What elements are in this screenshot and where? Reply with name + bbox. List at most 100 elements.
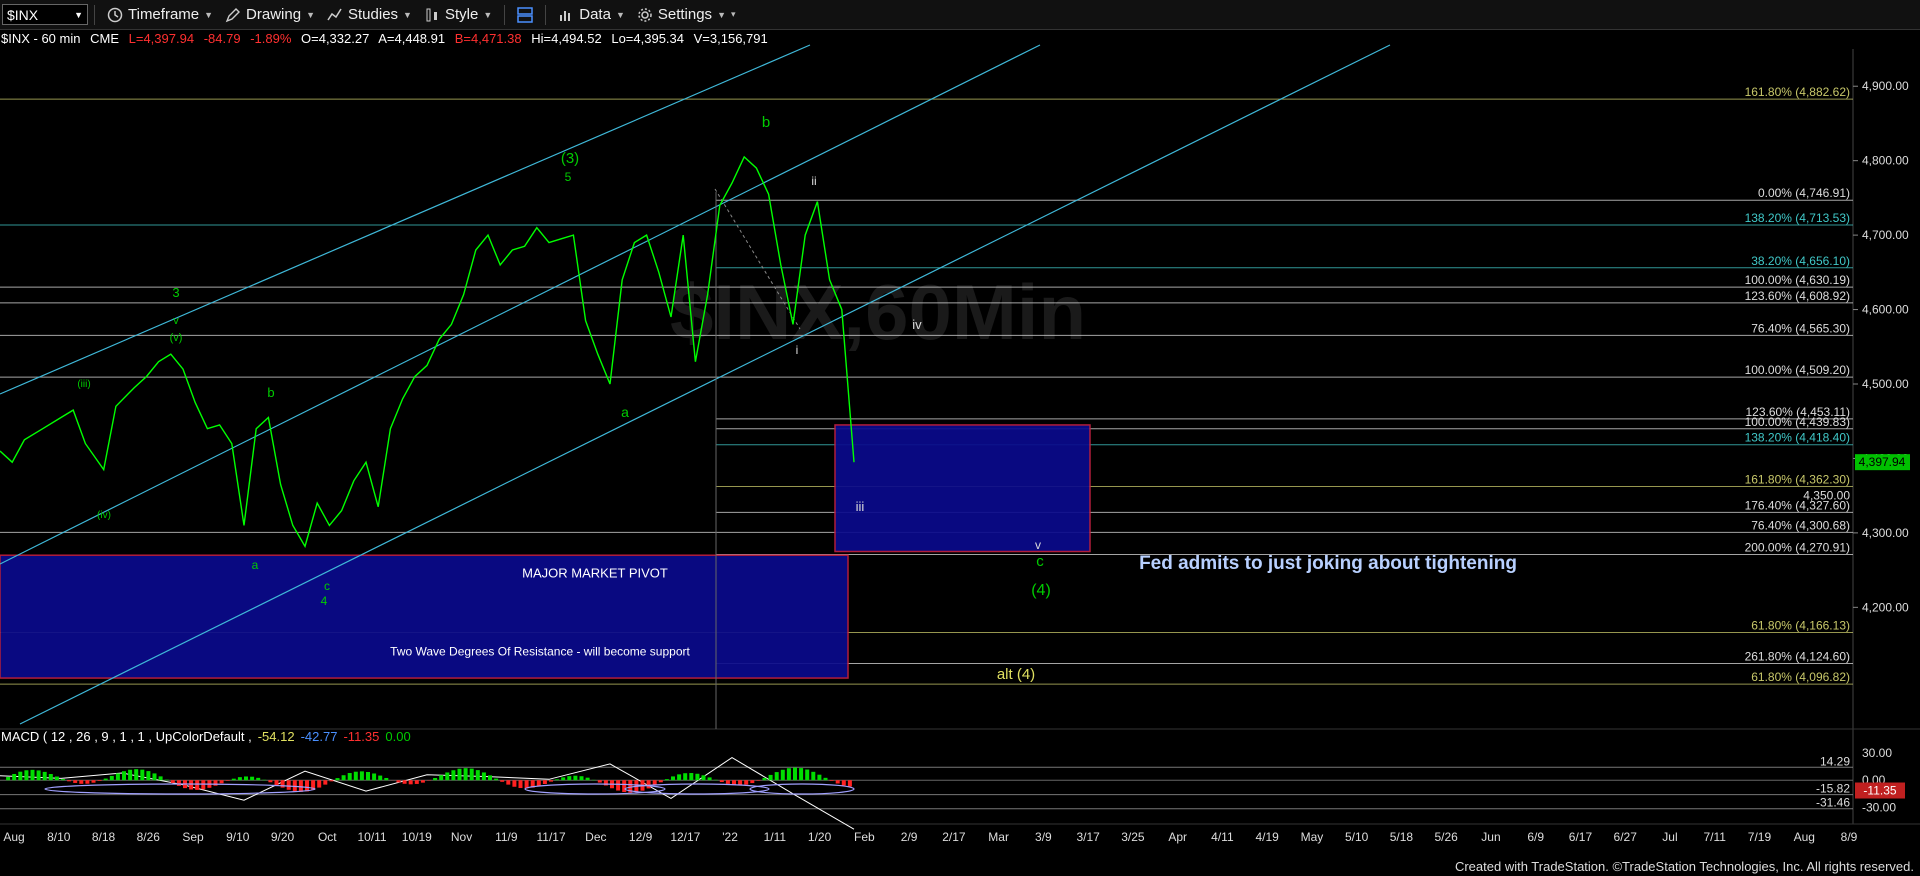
x-tick-label: 8/26 — [137, 830, 161, 844]
macd-histogram-bar — [250, 776, 255, 781]
wave-label: b — [267, 385, 274, 400]
wave-label: Fed admits to just joking about tighteni… — [1139, 553, 1517, 574]
studies-button[interactable]: Studies ▼ — [321, 6, 418, 23]
price-level-label: 4,350.00 — [1803, 489, 1850, 503]
macd-histogram-bar — [323, 780, 328, 785]
macd-histogram-bar — [170, 780, 175, 783]
more-icon[interactable]: ▾ — [731, 9, 736, 20]
macd-histogram-bar — [97, 780, 102, 781]
data-label: Data — [579, 6, 611, 23]
x-tick-label: Apr — [1168, 830, 1187, 844]
macd-histogram-bar — [329, 780, 334, 782]
macd-histogram-bar — [603, 780, 608, 786]
wave-label: b — [762, 114, 770, 131]
macd-ellipse — [749, 783, 855, 795]
data-button[interactable]: Data ▼ — [552, 6, 631, 23]
macd-histogram-bar — [213, 780, 218, 786]
macd-histogram-bar — [481, 772, 486, 781]
macd-histogram-bar — [274, 780, 279, 785]
macd-histogram-bar — [91, 780, 96, 783]
x-tick-label: 2/17 — [942, 830, 966, 844]
wave-label: alt (4) — [997, 666, 1035, 683]
macd-histogram-bar — [744, 780, 749, 785]
style-label: Style — [444, 6, 479, 23]
x-tick-label: Dec — [585, 830, 606, 844]
settings-button[interactable]: Settings ▼ ▾ — [631, 6, 742, 23]
wave-label: iv — [912, 317, 922, 332]
macd-histogram-bar — [786, 768, 791, 781]
x-tick-label: May — [1301, 830, 1324, 844]
macd-histogram-bar — [12, 773, 17, 781]
macd-histogram-bar — [847, 780, 852, 787]
macd-last-label: -11.35 — [1863, 784, 1896, 798]
price-chart[interactable]: $INX,60Min $INX - 60 min CME L=4,397.94 … — [0, 29, 1920, 876]
style-button[interactable]: Style ▼ — [418, 6, 498, 23]
wave-label: (iv) — [97, 510, 111, 521]
macd-ellipse — [624, 783, 770, 795]
macd-histogram-bar — [420, 780, 425, 783]
chevron-down-icon[interactable]: ▼ — [74, 10, 83, 20]
x-tick-label: 12/9 — [629, 830, 653, 844]
x-tick-label: 11/9 — [495, 830, 518, 844]
macd-histogram-bar — [317, 780, 322, 788]
studies-icon — [327, 8, 342, 20]
x-tick-label: Nov — [451, 830, 472, 844]
macd-histogram-bar — [176, 780, 181, 786]
y-tick-label: 4,200.00 — [1862, 600, 1909, 614]
macd-histogram-bar — [463, 768, 468, 781]
macd-histogram-bar — [573, 775, 578, 781]
fib-label: 200.00% (4,270.91) — [1745, 541, 1850, 555]
macd-histogram-bar — [664, 779, 669, 781]
macd-histogram-bar — [683, 773, 688, 781]
macd-histogram-bar — [835, 780, 840, 784]
x-tick-label: Mar — [988, 830, 1009, 844]
x-tick-label: 9/10 — [226, 830, 250, 844]
drawing-button[interactable]: Drawing ▼ — [219, 6, 321, 23]
macd-histogram-bar — [268, 780, 273, 783]
macd-histogram-bar — [402, 780, 407, 784]
macd-histogram-bar — [756, 780, 761, 781]
macd-histogram-bar — [30, 769, 35, 781]
caret-down-icon: ▼ — [615, 9, 625, 20]
wave-label: (3) — [561, 150, 579, 167]
macd-histogram-bar — [707, 777, 712, 781]
wave-label: (v) — [170, 332, 183, 344]
macd-histogram-bar — [335, 778, 340, 781]
x-tick-label: Sep — [182, 830, 204, 844]
x-tick-label: 4/11 — [1211, 830, 1234, 844]
x-tick-label: 8/9 — [1841, 830, 1858, 844]
macd-histogram-bar — [817, 774, 822, 781]
layout-button[interactable] — [511, 6, 539, 23]
wave-label: ii — [811, 174, 816, 188]
pencil-icon — [225, 7, 241, 22]
price-axis: 4,900.00 4,800.00 4,700.00 4,600.00 4,500.00… — [1853, 79, 1910, 614]
last-price-label: 4,397.94 — [1859, 455, 1906, 469]
macd-level-label: -15.82 — [1816, 782, 1850, 796]
symbol-value: $INX — [7, 6, 39, 23]
fib-label: 161.80% (4,882.62) — [1745, 85, 1850, 99]
x-tick-label: Aug — [1794, 830, 1815, 844]
x-tick-label: 6/9 — [1527, 830, 1544, 844]
wave-label: iii — [856, 499, 865, 514]
macd-histogram-bar — [85, 780, 90, 784]
divider — [504, 4, 506, 25]
macd-histogram-bar — [201, 780, 206, 790]
macd-histogram-bar — [42, 771, 47, 781]
wave-label: v — [1035, 538, 1041, 552]
caret-down-icon: ▼ — [717, 9, 726, 20]
macd-y-tick-label: -30.00 — [1862, 800, 1896, 814]
macd-histogram-bar — [396, 780, 401, 783]
y-tick-label: 4,800.00 — [1862, 154, 1909, 168]
macd-histogram-bar — [378, 775, 383, 781]
pivot-box-sublabel: Two Wave Degrees Of Resistance - will be… — [390, 645, 690, 659]
macd-histogram-bar — [372, 773, 377, 781]
timeframe-button[interactable]: Timeframe ▼ — [101, 6, 219, 23]
symbol-input[interactable]: $INX ▼ — [2, 4, 88, 25]
x-tick-label: 2/9 — [901, 830, 918, 844]
macd-histogram-bar — [18, 771, 23, 781]
macd-histogram-bar — [103, 778, 108, 781]
toolbar: $INX ▼ Timeframe ▼ Drawing ▼ Studies ▼ S… — [0, 0, 1920, 30]
macd-histogram-bar — [536, 780, 541, 787]
fib-label: 138.20% (4,713.53) — [1745, 211, 1850, 225]
macd-histogram-bar — [353, 771, 358, 781]
